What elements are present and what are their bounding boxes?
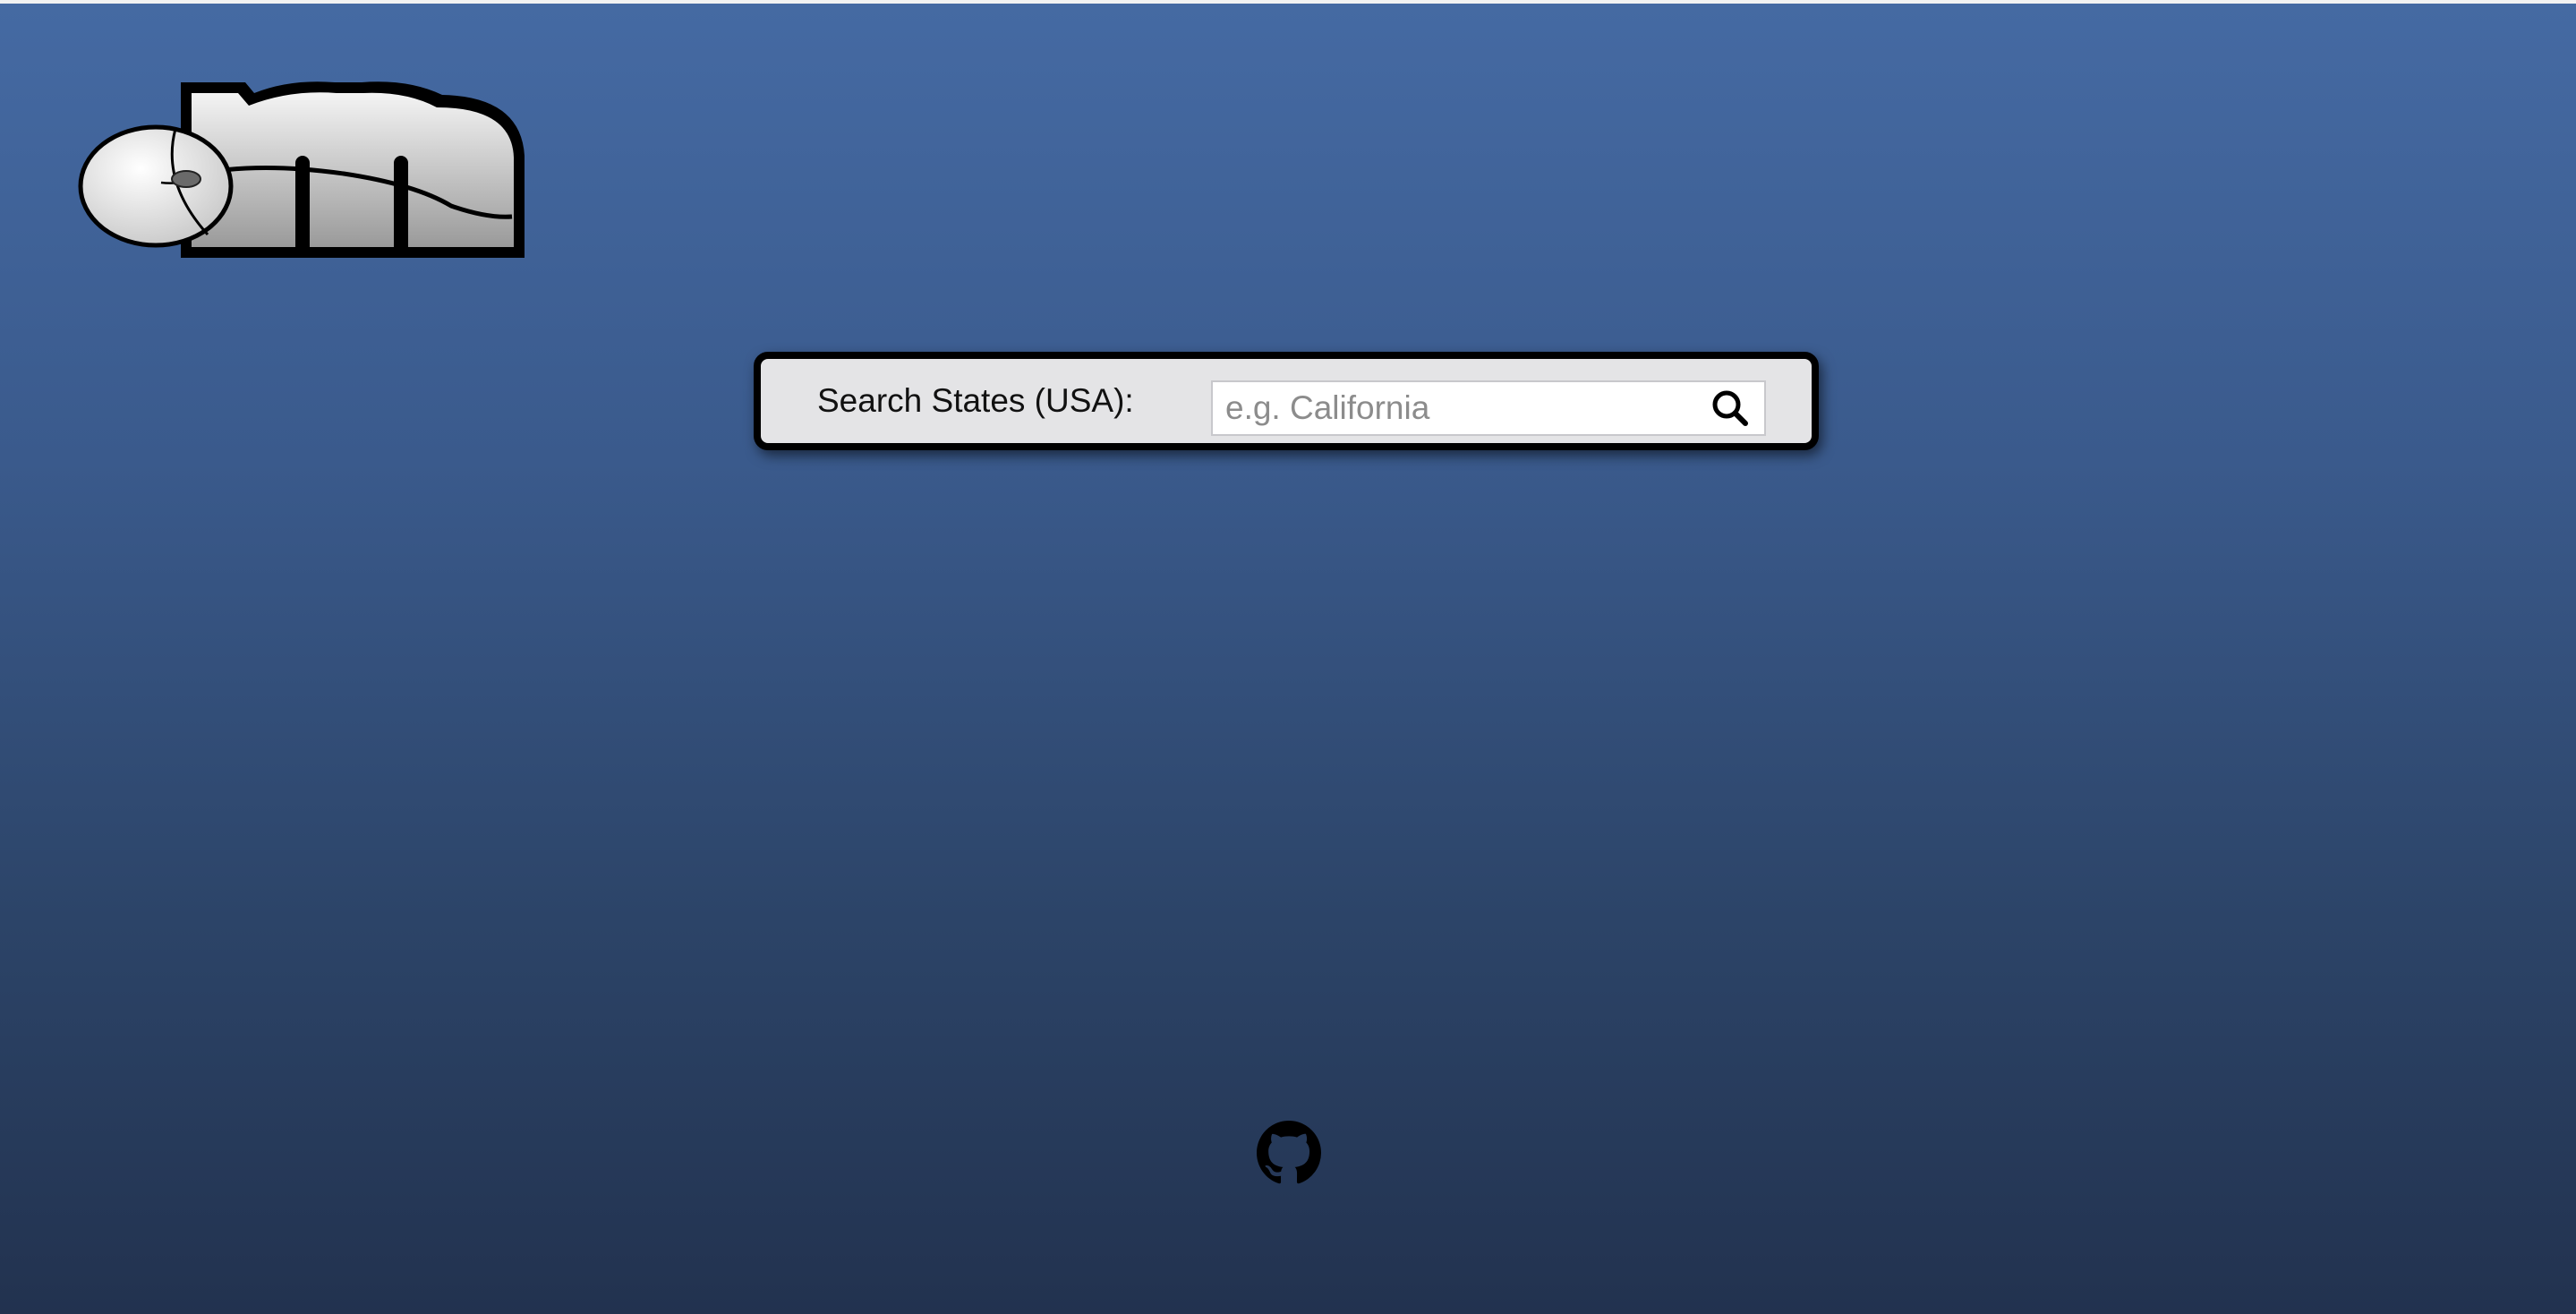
search-panel: Search States (USA): — [754, 352, 1819, 450]
search-input[interactable] — [1213, 382, 1696, 434]
site-logo[interactable] — [75, 75, 532, 263]
github-icon — [1257, 1121, 1321, 1184]
search-box[interactable] — [1211, 380, 1766, 436]
search-icon — [1712, 390, 1748, 426]
github-link[interactable] — [1257, 1121, 1321, 1185]
top-border — [0, 0, 2576, 4]
search-label: Search States (USA): — [817, 382, 1134, 419]
search-button[interactable] — [1705, 386, 1755, 431]
mouse-m-logo-icon — [78, 81, 525, 258]
